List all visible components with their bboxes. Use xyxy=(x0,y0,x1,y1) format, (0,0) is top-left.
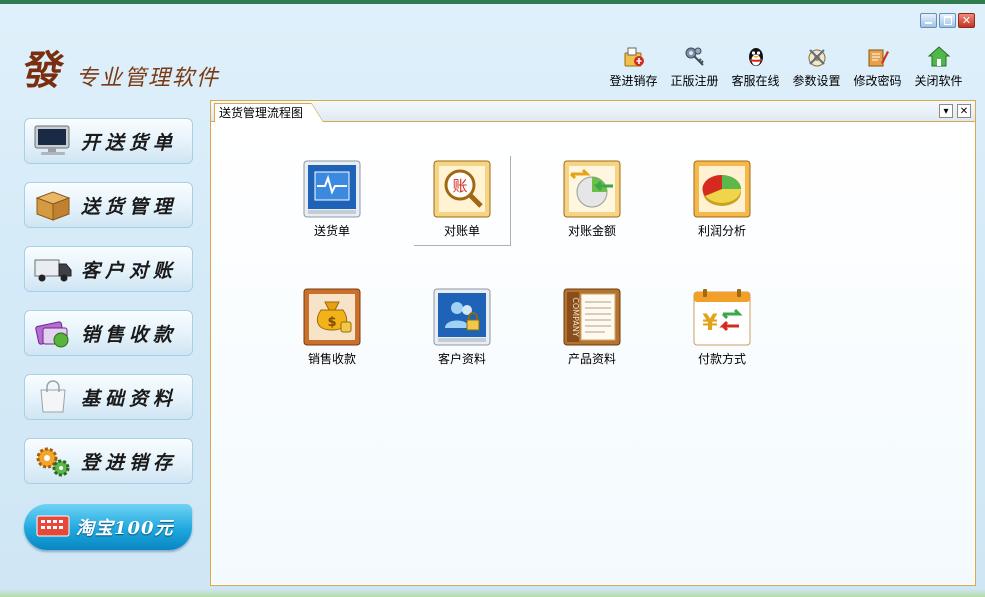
close-icon: ✕ xyxy=(961,14,972,27)
reconcile-amount-icon xyxy=(563,160,621,218)
flow-item-customer-data[interactable]: 客户资料 xyxy=(414,288,510,367)
sidebar-item-customer-reconcile[interactable]: 客户对账 xyxy=(24,246,193,292)
flow-item-statement[interactable]: 账 对账单 xyxy=(414,156,511,246)
flow-item-label: 利润分析 xyxy=(697,224,746,238)
flow-item-label: 对账单 xyxy=(443,224,480,238)
triangle-down-icon: ▾ xyxy=(943,105,949,117)
svg-text:账: 账 xyxy=(452,177,467,195)
exit-house-icon xyxy=(926,44,952,70)
sidebar-item-label: 开送货单 xyxy=(81,131,178,154)
sidebar-item-basic-data[interactable]: 基础资料 xyxy=(24,374,193,420)
monitor-icon xyxy=(31,123,75,159)
tab-delivery-flowchart[interactable]: 送货管理流程图 xyxy=(214,103,324,122)
sidebar-item-new-delivery[interactable]: 开送货单 xyxy=(24,118,193,164)
flow-item-label: 客户资料 xyxy=(437,352,486,366)
logo-mark: 發 xyxy=(20,47,65,94)
calculator-icon xyxy=(36,515,70,540)
toolbar-button-register[interactable]: 正版注册 xyxy=(664,44,725,89)
company-document-icon: COMPANY xyxy=(563,288,621,346)
panel-close-button[interactable]: ✕ xyxy=(957,104,971,118)
sidebar-item-delivery-management[interactable]: 送货管理 xyxy=(24,182,193,228)
qq-penguin-icon xyxy=(743,44,769,70)
flow-item-label: 产品资料 xyxy=(567,352,616,366)
payment-calendar-icon: ¥ xyxy=(693,289,751,346)
sidebar-item-label: 基础资料 xyxy=(81,387,178,410)
taobao-label: 淘宝100元 xyxy=(76,518,174,539)
flow-item-delivery-note[interactable]: 送货单 xyxy=(284,160,380,239)
flow-item-sales-receipt[interactable]: $ 销售收款 xyxy=(284,288,380,367)
logo-text: 专业管理软件 xyxy=(76,66,221,91)
app-window: ✕ 發 专业管理软件 登进销存 正版注册 客服在线 参数设置 修改密码 关闭软件… xyxy=(0,4,985,597)
top-toolbar: 登进销存 正版注册 客服在线 参数设置 修改密码 关闭软件 xyxy=(603,44,969,89)
flow-item-profit-analysis[interactable]: 利润分析 xyxy=(674,160,770,239)
toolbar-label: 客服在线 xyxy=(731,74,780,88)
svg-text:¥: ¥ xyxy=(702,311,718,336)
minimize-icon xyxy=(925,22,932,24)
card-payment-icon xyxy=(31,315,75,351)
sidebar-item-sales-receipt[interactable]: 销售收款 xyxy=(24,310,193,356)
delivery-note-icon xyxy=(303,160,361,218)
flow-item-product-data[interactable]: COMPANY 产品资料 xyxy=(544,288,640,367)
flowchart-panel: 送货管理流程图 ▾ ✕ 送货单 账 对账单 对账金额 利润分析 $ 销售收款 客… xyxy=(210,100,976,586)
package-box-icon xyxy=(31,187,75,223)
flow-item-label: 送货单 xyxy=(313,224,350,238)
panel-body: 送货单 账 对账单 对账金额 利润分析 $ 销售收款 客户资料 COMPANY … xyxy=(212,122,974,584)
minimize-button[interactable] xyxy=(920,13,937,28)
toolbar-button-exit[interactable]: 关闭软件 xyxy=(908,44,969,89)
toolbar-label: 参数设置 xyxy=(792,74,841,88)
toolbar-button-password[interactable]: 修改密码 xyxy=(847,44,908,89)
flow-item-reconcile-amount[interactable]: 对账金额 xyxy=(544,160,640,239)
edit-password-icon xyxy=(865,44,891,70)
app-logo: 發 专业管理软件 xyxy=(20,38,221,96)
statement-magnifier-icon: 账 xyxy=(433,160,491,218)
close-icon: ✕ xyxy=(959,105,969,117)
flow-item-payment-method[interactable]: ¥ 付款方式 xyxy=(674,288,770,367)
keys-icon xyxy=(682,44,708,70)
customer-lock-icon xyxy=(433,288,491,346)
window-controls: ✕ xyxy=(920,13,975,28)
toolbar-label: 关闭软件 xyxy=(914,74,963,88)
pie-chart-icon xyxy=(693,160,751,218)
restore-icon xyxy=(943,16,952,25)
toolbar-label: 修改密码 xyxy=(853,74,902,88)
svg-text:$: $ xyxy=(327,315,336,330)
shopping-bag-icon xyxy=(31,379,75,415)
panel-dropdown-button[interactable]: ▾ xyxy=(939,104,953,118)
toolbar-button-inventory[interactable]: 登进销存 xyxy=(603,44,664,89)
flow-item-label: 销售收款 xyxy=(307,352,356,366)
gears-icon xyxy=(31,443,75,479)
toolbar-label: 登进销存 xyxy=(609,74,658,88)
toolbar-button-support[interactable]: 客服在线 xyxy=(725,44,786,89)
flow-item-label: 对账金额 xyxy=(567,224,616,238)
toolbar-label: 正版注册 xyxy=(670,74,719,88)
sidebar-item-inventory[interactable]: 登进销存 xyxy=(24,438,193,484)
sidebar-item-label: 送货管理 xyxy=(81,195,178,218)
settings-tools-icon xyxy=(804,44,830,70)
money-bag-icon: $ xyxy=(303,288,361,346)
flow-item-label: 付款方式 xyxy=(697,352,746,366)
svg-text:COMPANY: COMPANY xyxy=(571,297,580,337)
panel-header: 送货管理流程图 ▾ ✕ xyxy=(211,101,975,122)
sidebar-item-label: 客户对账 xyxy=(81,259,178,282)
restore-button[interactable] xyxy=(939,13,956,28)
upload-box-icon xyxy=(621,44,647,70)
sidebar-item-label: 销售收款 xyxy=(81,323,178,346)
taobao-promo-button[interactable]: 淘宝100元 xyxy=(24,504,192,550)
toolbar-button-settings[interactable]: 参数设置 xyxy=(786,44,847,89)
sidebar-item-label: 登进销存 xyxy=(81,451,178,474)
truck-icon xyxy=(31,251,75,287)
close-button[interactable]: ✕ xyxy=(958,13,975,28)
